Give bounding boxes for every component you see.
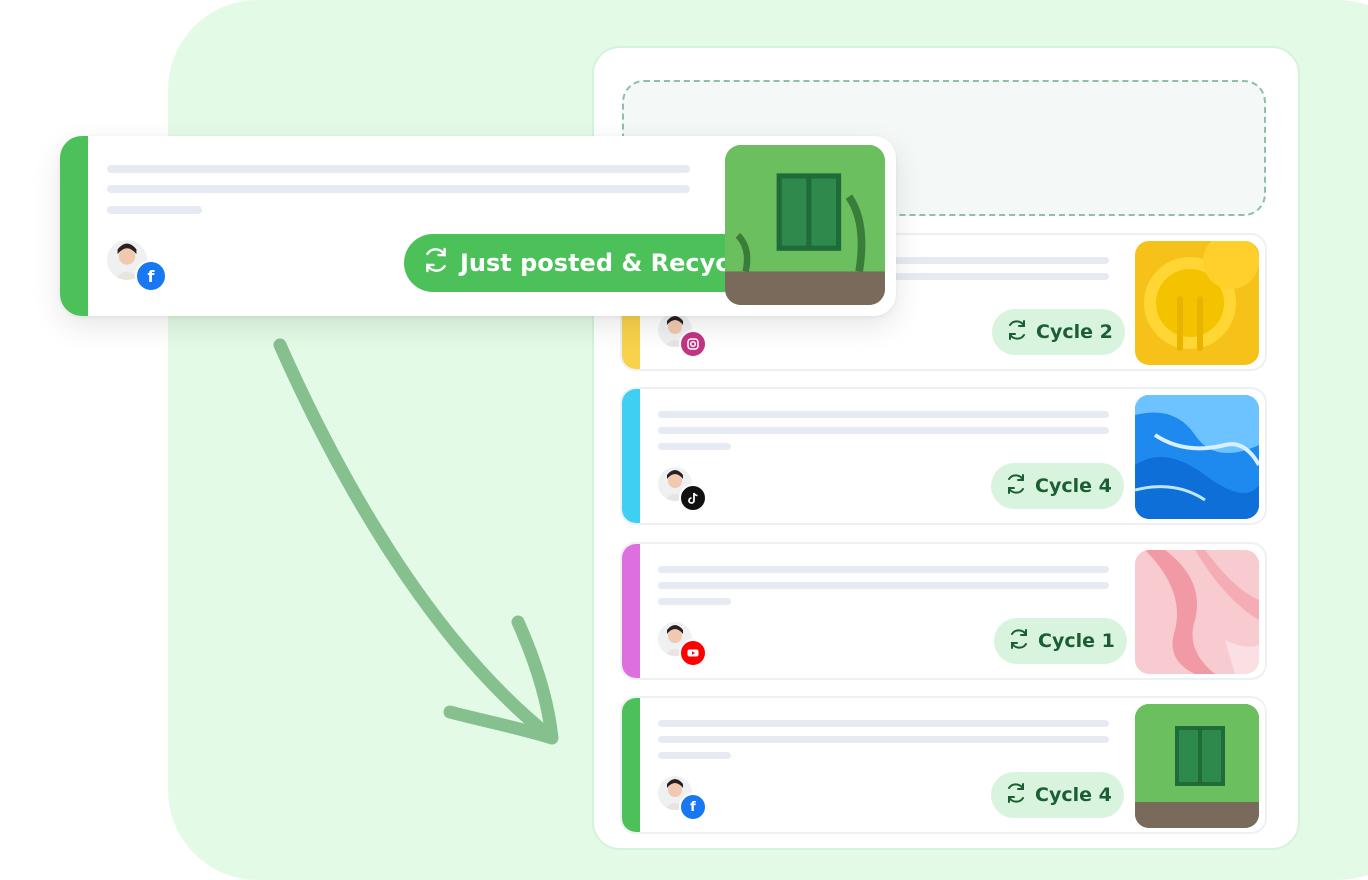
card-stripe xyxy=(60,136,88,316)
featured-post-card[interactable]: f Just posted & Recycled xyxy=(60,136,896,316)
text-placeholder-line xyxy=(107,185,690,193)
facebook-icon: f xyxy=(135,260,167,292)
text-placeholder-line xyxy=(107,165,690,173)
text-placeholder-line xyxy=(107,206,202,214)
recycle-icon xyxy=(420,244,452,282)
green-window-image xyxy=(725,145,885,305)
curved-arrow-icon xyxy=(273,338,559,745)
